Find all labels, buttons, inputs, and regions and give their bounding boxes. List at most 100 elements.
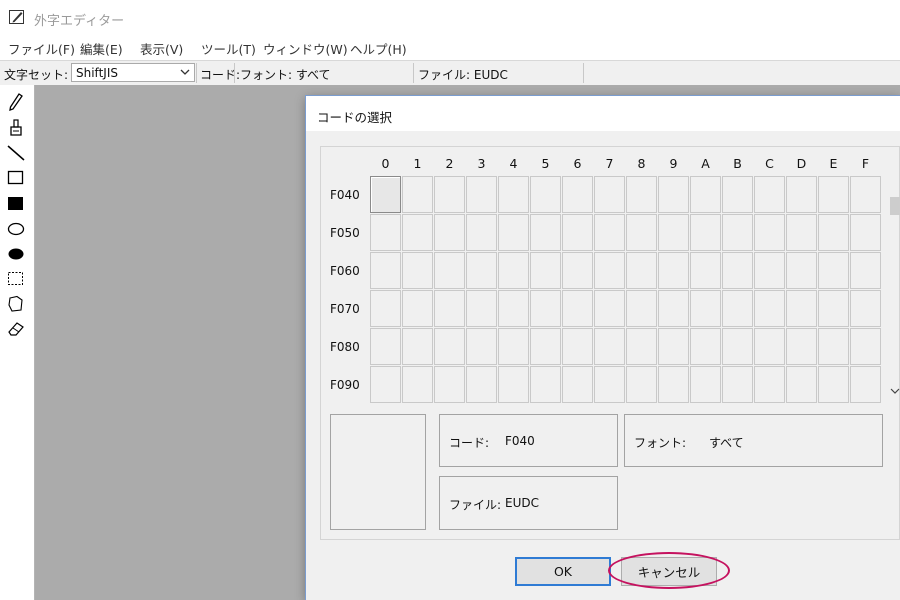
code-cell[interactable]	[690, 176, 721, 213]
code-cell[interactable]	[754, 328, 785, 365]
code-cell[interactable]	[594, 290, 625, 327]
code-cell[interactable]	[466, 366, 497, 403]
code-cell[interactable]	[466, 214, 497, 251]
code-cell[interactable]	[658, 214, 689, 251]
code-cell[interactable]	[530, 328, 561, 365]
filled-rectangle-icon[interactable]	[6, 194, 26, 214]
code-cell[interactable]	[370, 366, 401, 403]
selected-code-cell[interactable]	[370, 176, 401, 213]
code-cell[interactable]	[626, 366, 657, 403]
code-cell[interactable]	[434, 328, 465, 365]
code-cell[interactable]	[594, 366, 625, 403]
code-cell[interactable]	[722, 214, 753, 251]
code-cell[interactable]	[626, 214, 657, 251]
code-cell[interactable]	[498, 214, 529, 251]
code-cell[interactable]	[818, 252, 849, 289]
ok-button[interactable]: OK	[515, 557, 611, 586]
menu-file[interactable]: ファイル(F)	[8, 39, 75, 58]
line-icon[interactable]	[6, 143, 26, 163]
brush-icon[interactable]	[6, 118, 26, 138]
code-cell[interactable]	[530, 290, 561, 327]
code-cell[interactable]	[754, 366, 785, 403]
menu-window[interactable]: ウィンドウ(W)	[263, 39, 348, 58]
code-cell[interactable]	[594, 252, 625, 289]
code-cell[interactable]	[722, 366, 753, 403]
code-cell[interactable]	[722, 328, 753, 365]
code-cell[interactable]	[658, 366, 689, 403]
code-cell[interactable]	[658, 290, 689, 327]
code-cell[interactable]	[562, 176, 593, 213]
hollow-ellipse-icon[interactable]	[6, 219, 26, 239]
code-cell[interactable]	[850, 214, 881, 251]
code-cell[interactable]	[626, 252, 657, 289]
code-cell[interactable]	[754, 176, 785, 213]
code-cell[interactable]	[818, 176, 849, 213]
code-cell[interactable]	[562, 214, 593, 251]
code-cell[interactable]	[466, 252, 497, 289]
code-cell[interactable]	[786, 328, 817, 365]
code-cell[interactable]	[530, 252, 561, 289]
code-cell[interactable]	[530, 214, 561, 251]
chevron-down-icon[interactable]	[179, 65, 191, 79]
code-cell[interactable]	[562, 290, 593, 327]
menu-tools[interactable]: ツール(T)	[201, 39, 256, 58]
code-cell[interactable]	[562, 366, 593, 403]
filled-ellipse-icon[interactable]	[6, 244, 26, 264]
hollow-rectangle-icon[interactable]	[6, 168, 26, 188]
code-cell[interactable]	[754, 214, 785, 251]
code-cell[interactable]	[850, 328, 881, 365]
code-cell[interactable]	[370, 214, 401, 251]
code-cell[interactable]	[402, 290, 433, 327]
code-cell[interactable]	[690, 214, 721, 251]
code-cell[interactable]	[530, 176, 561, 213]
code-cell[interactable]	[754, 252, 785, 289]
code-cell[interactable]	[690, 366, 721, 403]
code-cell[interactable]	[818, 214, 849, 251]
code-cell[interactable]	[370, 252, 401, 289]
code-cell[interactable]	[434, 290, 465, 327]
scroll-down-icon[interactable]	[890, 386, 900, 398]
code-cell[interactable]	[402, 214, 433, 251]
code-cell[interactable]	[850, 290, 881, 327]
code-cell[interactable]	[466, 290, 497, 327]
pencil-icon[interactable]	[6, 92, 26, 112]
code-cell[interactable]	[562, 328, 593, 365]
code-cell[interactable]	[850, 176, 881, 213]
code-cell[interactable]	[754, 290, 785, 327]
menu-view[interactable]: 表示(V)	[140, 39, 183, 58]
code-cell[interactable]	[498, 290, 529, 327]
code-cell[interactable]	[370, 328, 401, 365]
code-cell[interactable]	[850, 366, 881, 403]
code-cell[interactable]	[786, 366, 817, 403]
code-cell[interactable]	[402, 328, 433, 365]
code-cell[interactable]	[658, 252, 689, 289]
code-cell[interactable]	[562, 252, 593, 289]
grid-scrollbar-thumb[interactable]	[890, 197, 900, 215]
code-cell[interactable]	[850, 252, 881, 289]
code-cell[interactable]	[434, 214, 465, 251]
code-cell[interactable]	[370, 290, 401, 327]
charset-dropdown[interactable]: ShiftJIS	[71, 63, 195, 82]
code-cell[interactable]	[786, 252, 817, 289]
code-cell[interactable]	[434, 366, 465, 403]
code-cell[interactable]	[434, 176, 465, 213]
code-cell[interactable]	[786, 214, 817, 251]
code-cell[interactable]	[818, 290, 849, 327]
code-cell[interactable]	[626, 328, 657, 365]
code-cell[interactable]	[722, 290, 753, 327]
code-cell[interactable]	[498, 252, 529, 289]
dialog-title-bar[interactable]: コードの選択	[306, 96, 900, 131]
code-cell[interactable]	[594, 176, 625, 213]
code-cell[interactable]	[786, 176, 817, 213]
code-cell[interactable]	[818, 328, 849, 365]
rectangular-selection-icon[interactable]	[6, 269, 26, 289]
code-cell[interactable]	[466, 176, 497, 213]
code-cell[interactable]	[594, 214, 625, 251]
code-cell[interactable]	[658, 176, 689, 213]
code-cell[interactable]	[498, 366, 529, 403]
freeform-selection-icon[interactable]	[6, 294, 26, 314]
eraser-icon[interactable]	[6, 319, 26, 339]
code-cell[interactable]	[690, 328, 721, 365]
code-cell[interactable]	[818, 366, 849, 403]
code-cell[interactable]	[658, 328, 689, 365]
